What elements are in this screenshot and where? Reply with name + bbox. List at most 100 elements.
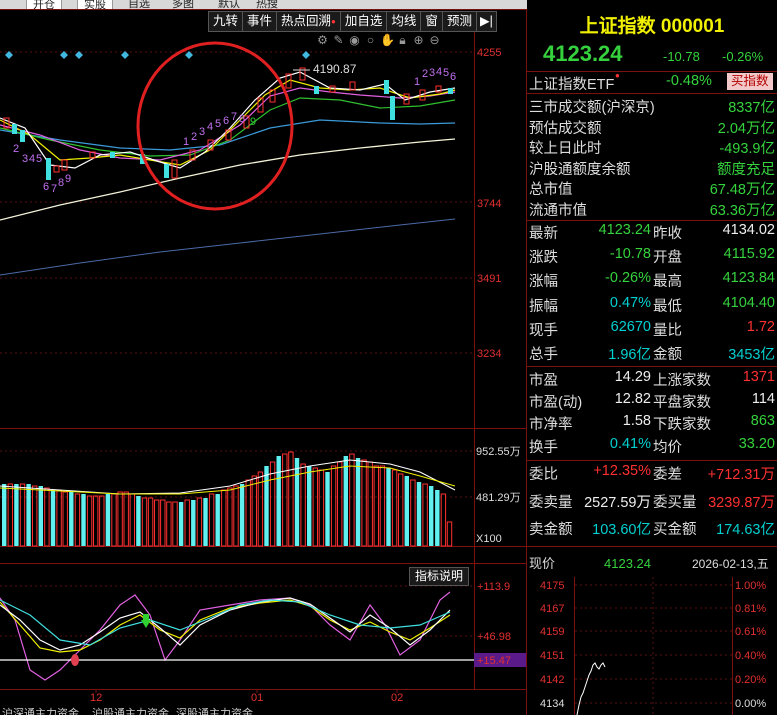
volume-bar	[203, 498, 208, 546]
plus-icon[interactable]: ⊕	[412, 34, 425, 47]
field-label: 卖金额	[529, 522, 573, 538]
price-change-pct: -0.26%	[722, 49, 764, 64]
y-tick-3491: 3491	[477, 273, 501, 285]
volume-bar	[221, 489, 227, 547]
volume-bar	[404, 476, 409, 546]
volume-bar	[276, 456, 281, 546]
tool-add-watch-button[interactable]: 加自选	[339, 11, 388, 32]
tab-hsgt-main-fund[interactable]: 沪深通主力资金	[2, 707, 79, 715]
tool-jiuzhuan-button[interactable]: 九转	[208, 11, 244, 32]
field-value: 14.29	[614, 369, 651, 385]
field-label: 下跌家数	[653, 417, 711, 434]
field-value: 1371	[742, 369, 775, 385]
volume-bar	[416, 482, 422, 546]
nine-up-6: 6	[223, 115, 229, 127]
high-price-label: 4190.87	[313, 62, 357, 76]
nine-up-3: 3	[199, 126, 205, 138]
price-change: -10.78	[663, 49, 700, 64]
field-label: 市盈	[529, 373, 558, 389]
summary-value: 63.36万亿	[709, 202, 775, 219]
pen-icon[interactable]: ✎	[332, 34, 345, 47]
volume-bar	[215, 494, 220, 546]
summary-label: 较上日此时	[529, 141, 602, 157]
field-label: 委比	[529, 467, 558, 483]
intraday-mini-chart[interactable]: 现价 4123.24 2026-02-13,五 4175 4167 4159 4…	[527, 547, 777, 715]
volume-bar	[307, 466, 312, 546]
summary-row: 三市成交额(沪深京) 8337亿	[527, 96, 777, 116]
tab-sgt-main-fund[interactable]: 深股通主力资金	[176, 707, 253, 715]
gear-icon[interactable]: ⚙	[316, 34, 329, 47]
volume-bar	[422, 483, 428, 547]
circle-icon[interactable]: ○	[364, 34, 377, 47]
grid1-row: 现手 62670 量比 1.72	[527, 319, 777, 339]
mini-right-tick-1: 0.81%	[735, 603, 766, 615]
tool-ma-button[interactable]: 均线	[386, 11, 422, 32]
volume-bar	[117, 491, 123, 547]
ind-tick-low: +15.47	[477, 655, 511, 667]
nine-up-5: 5	[215, 118, 221, 130]
volume-bar	[349, 453, 355, 547]
collapse-panel-icon[interactable]: ▶|	[475, 11, 497, 32]
sell-marker-icon	[71, 654, 79, 666]
field-label: 昨收	[653, 226, 682, 242]
mini-left-tick-5: 4134	[540, 698, 564, 710]
field-label: 金额	[653, 347, 682, 363]
buy-index-button[interactable]: 买指数	[727, 73, 773, 90]
grid2-row: 市盈(动) 12.82 平盘家数 114	[527, 391, 777, 411]
intraday-date: 2026-02-13,五	[692, 557, 769, 571]
tab-hgt-main-fund[interactable]: 沪股通主力资金	[92, 707, 169, 715]
volume-bar	[367, 461, 373, 547]
volume-bar	[19, 483, 26, 547]
field-value: 863	[750, 413, 775, 430]
volume-bar	[343, 456, 348, 546]
tool-event-button[interactable]: 事件	[242, 11, 278, 32]
tool-predict-button[interactable]: 预测	[441, 11, 477, 32]
vol-tick-mid: 481.29万	[476, 492, 521, 504]
volume-bar	[330, 465, 337, 547]
volume-bar	[32, 485, 38, 547]
y-tick-3744: 3744	[477, 198, 501, 210]
summary-label: 预估成交额	[529, 120, 602, 137]
volume-bar	[251, 475, 258, 547]
nine-up-9: 9	[250, 116, 256, 128]
volume-bar	[440, 493, 447, 547]
intraday-label: 现价	[529, 556, 555, 571]
lock-icon[interactable]: 🔒︎	[396, 34, 409, 47]
bottom-tabs: 沪深通主力资金 沪股通主力资金 深股通主力资金	[0, 707, 527, 715]
field-value: 33.20	[738, 435, 775, 452]
field-value: +12.35%	[593, 463, 651, 479]
field-value: 62670	[610, 318, 651, 335]
summary-label: 三市成交额(沪深京)	[529, 100, 655, 116]
grid3-row: 卖金额 103.60亿 买金额 174.63亿	[527, 518, 777, 538]
eye-icon[interactable]: ◉	[348, 34, 361, 47]
volume-bar	[50, 490, 56, 546]
kline-chart-area[interactable]: 4255 3744 3491 3234 952.55万 481.29万 X100…	[0, 0, 527, 715]
etf-label[interactable]: 上证指数ETF	[529, 73, 614, 94]
volume-bar	[196, 497, 203, 547]
new-dot-icon: ●	[331, 17, 336, 26]
mini-left-tick-0: 4175	[540, 580, 564, 592]
volume-bars	[2, 451, 453, 547]
volume-bar	[191, 500, 196, 546]
buy-arrow-icon	[141, 620, 151, 628]
grid1-row: 振幅 0.47% 最低 4104.40	[527, 295, 777, 315]
mini-left-tick-2: 4159	[540, 626, 564, 638]
field-label: 换手	[529, 439, 558, 456]
field-value: 4123.84	[722, 270, 775, 287]
tool-window-button[interactable]: 窗	[420, 11, 443, 32]
minus-icon[interactable]: ⊖	[428, 34, 441, 47]
field-value: +712.31万	[707, 467, 775, 483]
nine-down-8: 8	[58, 177, 64, 189]
hand-icon[interactable]: ✋	[380, 34, 395, 47]
summary-value: 67.48万亿	[709, 182, 775, 198]
summary-label: 总市值	[529, 182, 573, 198]
volume-bar	[154, 499, 160, 547]
field-value: 0.41%	[609, 435, 651, 452]
tool-hot-replay-button[interactable]: 热点回溯●	[276, 11, 341, 32]
indicator-explain-button[interactable]: 指标说明	[409, 567, 470, 586]
field-value: 3239.87万	[708, 494, 775, 511]
volume-bar	[379, 465, 386, 547]
volume-bar	[294, 458, 300, 546]
volume-bar	[429, 486, 434, 546]
field-value: 1.58	[622, 413, 651, 430]
